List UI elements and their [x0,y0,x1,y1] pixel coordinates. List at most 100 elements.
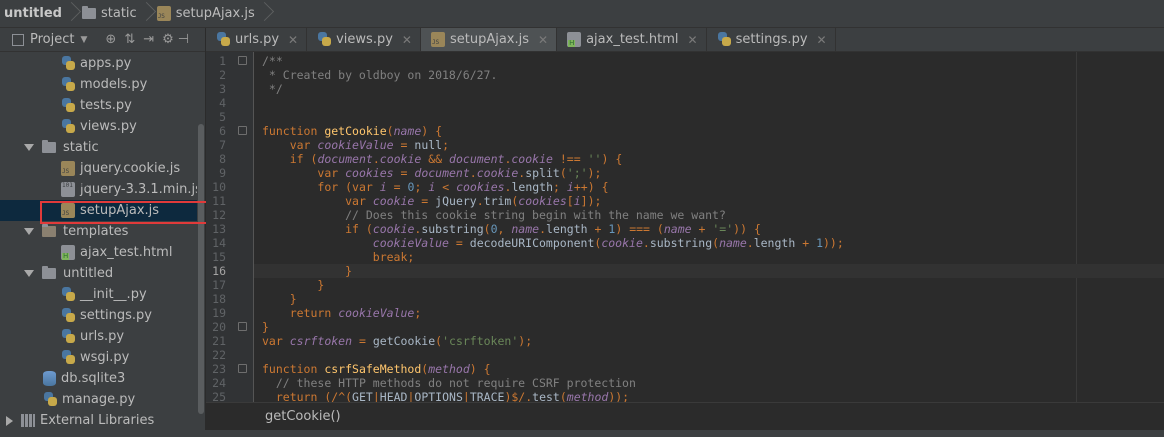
tree-item-urls-py[interactable]: urls.py [0,326,197,347]
tree-item-label: db.sqlite3 [61,371,126,386]
status-strip [0,430,1164,437]
code-line[interactable]: for (var i = 0; i < cookies.length; i++)… [262,180,608,194]
code-line[interactable]: var cookieValue = null; [262,138,449,152]
close-icon[interactable]: ✕ [538,33,548,47]
tree-item-untitled[interactable]: untitled [0,263,197,284]
breadcrumb-folder[interactable]: static [81,0,143,27]
tree-item-wsgi-py[interactable]: wsgi.py [0,347,197,368]
python-file-icon [61,119,76,134]
tree-item-tests-py[interactable]: tests.py [0,95,197,116]
tree-item-jquery-cookie-js[interactable]: JS jquery.cookie.js [0,158,197,179]
tree-scrollbar-thumb[interactable] [198,124,204,414]
python-file-icon [61,56,76,71]
code-line[interactable]: cookieValue = decodeURIComponent(cookie.… [262,236,844,250]
line-number: 10 [212,180,226,194]
code-line[interactable]: break; [262,250,415,264]
close-icon[interactable]: ✕ [688,33,698,47]
code-line[interactable]: var csrftoken = getCookie('csrftoken'); [262,334,532,348]
project-view-selector[interactable]: Project [30,32,74,47]
text-file-icon: 101 010 [61,182,87,197]
fold-gutter[interactable] [230,52,254,402]
breadcrumb-project[interactable]: untitled [4,0,68,27]
expand-arrow-icon[interactable] [24,270,34,277]
tree-item-init-py[interactable]: __init__.py [0,284,197,305]
fold-toggle-icon[interactable] [238,56,247,65]
code-line[interactable]: * Created by oldboy on 2018/6/27. [262,68,497,82]
tree-item-templates[interactable]: templates [0,221,197,242]
line-number: 16 [212,264,226,278]
fold-toggle-icon[interactable] [238,364,247,373]
tree-item-models-py[interactable]: models.py [0,74,197,95]
code-editor[interactable]: 1 2 3 4 5 6 7 8 9 10 11 12 13 14 15 16 17 18 19 20 21 22 23 24 2… [206,52,1164,402]
code-line[interactable]: function getCookie(name) { [262,124,442,138]
code-line[interactable]: } [262,320,269,334]
tree-item-settings-py[interactable]: settings.py [0,305,197,326]
line-number: 4 [219,96,226,110]
hide-panel-icon[interactable]: ⊣ [178,32,189,47]
folder-icon [42,266,56,279]
tab-settings-py[interactable]: settings.py ✕ [707,28,836,51]
right-margin-guide [1076,52,1077,402]
line-number: 18 [212,292,226,306]
tree-item-label: ajax_test.html [80,245,173,260]
tree-item-label: views.py [80,119,137,134]
collapse-all-icon[interactable]: ⇅ [124,32,135,47]
tree-item-external-libraries[interactable]: External Libraries [0,410,197,431]
tree-scrollbar[interactable] [197,52,205,437]
tree-item-static[interactable]: static [0,137,197,158]
tab-urls-py[interactable]: urls.py ✕ [206,28,308,51]
breadcrumb-folder-label: static [100,6,137,21]
code-line[interactable]: */ [262,82,283,96]
tab-views-py[interactable]: views.py ✕ [307,28,421,51]
line-number: 19 [212,306,226,320]
current-function-label[interactable]: getCookie() [265,409,341,424]
tab-ajax-test-html[interactable]: ajax_test.html ✕ [557,28,707,51]
breadcrumb-file[interactable]: JS setupAjax.js [156,0,261,27]
code-line[interactable]: return cookieValue; [262,306,422,320]
code-line[interactable]: return (/^(GET|HEAD|OPTIONS|TRACE)$/.tes… [262,390,629,402]
code-line[interactable]: // Does this cookie string begin with th… [262,208,726,222]
code-line[interactable]: var cookies = document.cookie.split(';')… [262,166,601,180]
code-line[interactable]: if (document.cookie && document.cookie !… [262,152,623,166]
chevron-down-icon[interactable]: ▼ [80,35,87,45]
tab-setupajax-js[interactable]: JS setupAjax.js ✕ [420,28,558,51]
python-file-icon [61,350,76,365]
code-line[interactable]: var cookie = jQuery.trim(cookies[i]); [262,194,601,208]
line-number: 7 [219,138,226,152]
code-line[interactable]: } [262,264,352,278]
tree-item-ajax-test-html[interactable]: ajax_test.html [0,242,197,263]
tree-item-label: __init__.py [80,287,147,302]
code-structure-breadcrumb[interactable]: getCookie() [206,402,1164,430]
tree-item-label: urls.py [80,329,125,344]
line-number-gutter[interactable]: 1 2 3 4 5 6 7 8 9 10 11 12 13 14 15 16 17 18 19 20 21 22 23 24 2… [206,52,230,402]
tree-item-jquery-min-js[interactable]: 101 010 jquery-3.3.1.min.js [0,179,202,200]
fold-toggle-icon[interactable] [238,126,247,135]
tree-item-label: jquery-3.3.1.min.js [80,182,202,197]
tree-item-views-py[interactable]: views.py [0,116,197,137]
tree-item-manage-py[interactable]: manage.py [0,389,197,410]
gear-icon[interactable]: ⚙ [162,32,174,47]
locate-file-icon[interactable]: ⊕ [105,32,116,47]
code-line[interactable]: } [262,292,297,306]
close-icon[interactable]: ✕ [817,33,827,47]
code-line[interactable]: } [262,278,324,292]
breadcrumb-separator [143,0,151,28]
tree-item-label: untitled [63,266,114,281]
tree-item-apps-py[interactable]: apps.py [0,53,197,74]
line-number: 12 [212,208,226,222]
tree-item-db-sqlite3[interactable]: db.sqlite3 [0,368,197,389]
html-file-icon [567,32,582,47]
code-line[interactable]: if (cookie.substring(0, name.length + 1)… [262,222,761,236]
collapse-arrow-icon[interactable] [6,415,13,426]
close-icon[interactable]: ✕ [402,33,412,47]
code-line[interactable]: function csrfSafeMethod(method) { [262,362,491,376]
fold-toggle-icon[interactable] [238,322,247,331]
scroll-from-source-icon[interactable]: ⇥ [143,32,154,47]
code-line[interactable]: // these HTTP methods do not require CSR… [262,376,636,390]
expand-arrow-icon[interactable] [24,228,34,235]
code-line[interactable]: /** [262,54,283,68]
folder-icon [81,6,96,19]
expand-arrow-icon[interactable] [24,144,34,151]
tree-item-label: templates [63,224,129,239]
close-icon[interactable]: ✕ [288,33,298,47]
